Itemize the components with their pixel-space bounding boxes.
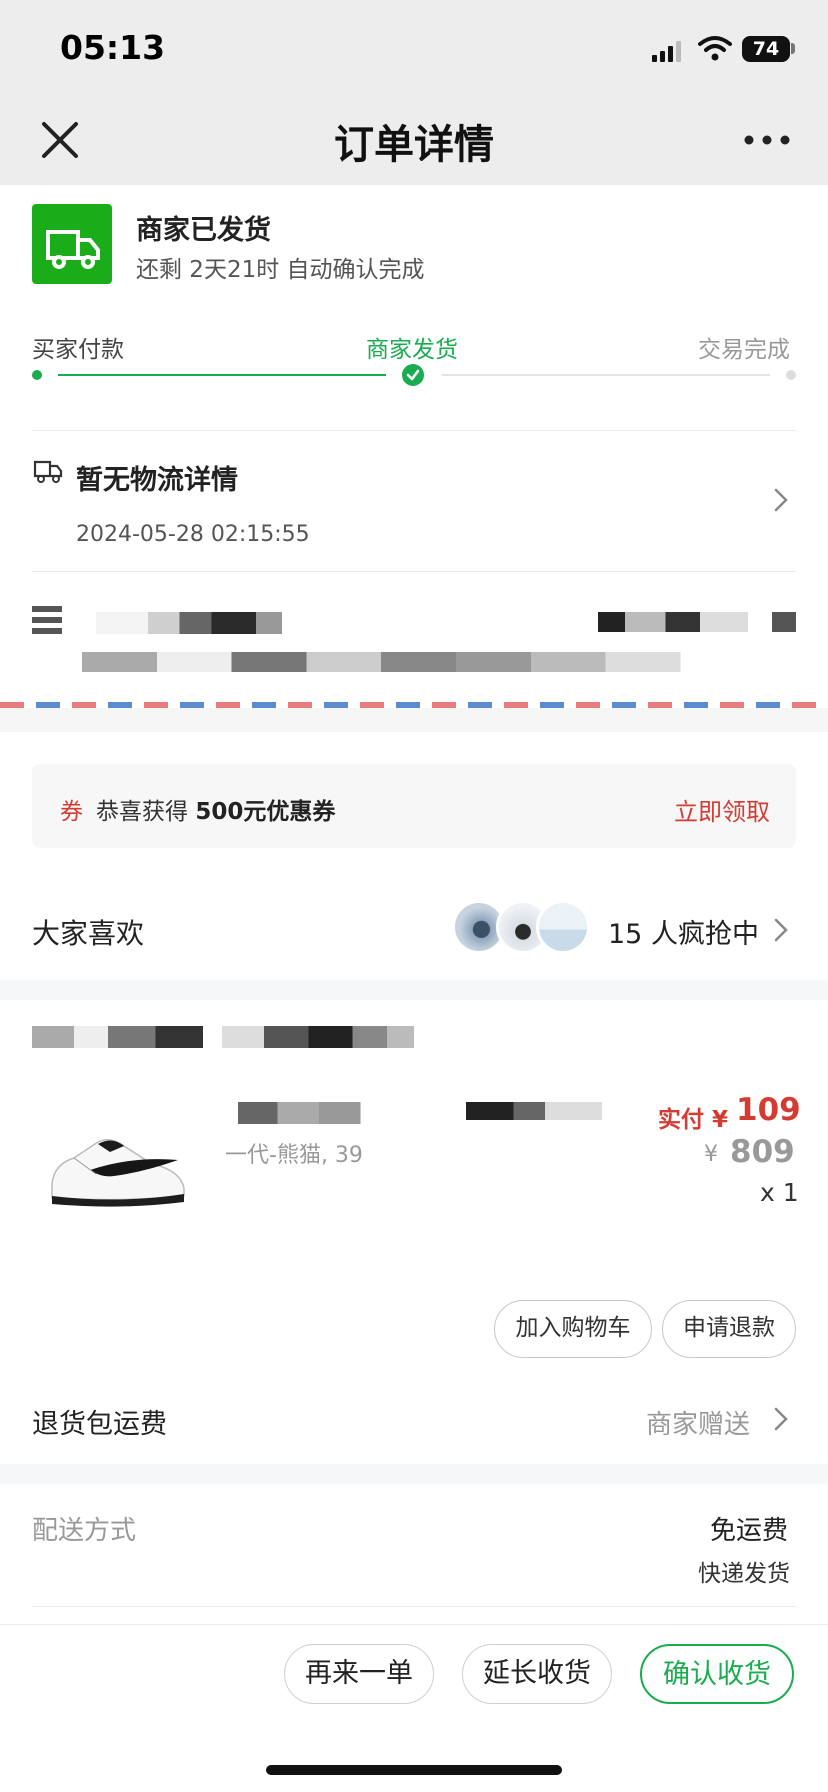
cellular-signal-icon [652,41,681,62]
status-time: 05:13 [60,28,166,67]
redacted-shop-name [32,1026,222,1048]
divider [32,430,796,431]
coupon-text-prefix: 恭喜获得 [96,799,196,825]
return-shipping-value[interactable]: 商家赠送 [646,1404,750,1441]
logistics-time: 2024-05-28 02:15:55 [76,522,310,547]
home-indicator [266,1765,562,1775]
section-gap [0,980,828,1000]
progress-line-pending [442,374,770,376]
confirm-receipt-button[interactable]: 确认收货 [640,1644,794,1704]
redacted-phone [598,612,748,632]
redacted-product-title-2 [466,1102,602,1120]
chevron-right-icon[interactable] [772,486,790,514]
popular-count[interactable]: 15 人疯抢中 [608,912,759,951]
avatar [536,900,590,954]
divider [32,571,796,572]
redacted-product-title [238,1102,418,1124]
battery-indicator: 74 [742,36,790,62]
chevron-right-icon[interactable] [772,1405,790,1433]
section-gap [0,708,828,732]
step-transaction-complete: 交易完成 [698,337,790,363]
popular-label: 大家喜欢 [32,917,145,950]
product-quantity: x 1 [760,1178,799,1207]
order-status-subtitle: 还剩 2天21时 自动确认完成 [136,257,425,283]
coupon-text: 恭喜获得 500元优惠券 [96,792,335,826]
extend-receipt-button[interactable]: 延长收货 [462,1644,612,1704]
address-icon-redacted [32,606,62,634]
delivery-method: 快递发货 [698,1561,790,1587]
logistics-truck-icon [33,460,63,483]
redacted-phone-tail [772,612,796,632]
divider [32,1606,796,1607]
original-price-currency: ¥ [704,1142,718,1167]
page-title: 订单详情 [334,122,494,168]
progress-dot-end [786,370,796,380]
paid-label: 实付 ¥ [658,1107,729,1133]
progress-line-done [58,374,386,376]
current-step-check-icon [402,364,424,386]
order-status-title: 商家已发货 [136,215,271,246]
redacted-shop-tag [222,1026,414,1048]
logistics-title[interactable]: 暂无物流详情 [76,458,238,497]
step-merchant-shipped: 商家发货 [366,337,458,363]
redacted-address [82,652,762,672]
request-refund-button[interactable]: 申请退款 [662,1300,796,1358]
original-price: 809 [730,1134,795,1170]
product-image-sneaker[interactable] [40,1112,190,1212]
wifi-icon [698,36,732,61]
delivery-label: 配送方式 [32,1516,137,1546]
return-shipping-label: 退货包运费 [32,1409,167,1440]
add-to-cart-button[interactable]: 加入购物车 [494,1300,652,1358]
coupon-amount: 500元优惠券 [195,799,336,825]
step-buyer-paid: 买家付款 [32,337,124,363]
more-options-icon[interactable] [742,126,792,154]
progress-dot-start [32,370,42,380]
reorder-button[interactable]: 再来一单 [284,1644,434,1704]
delivery-fee: 免运费 [710,1516,789,1546]
battery-tip [791,43,795,54]
paid-amount: 109 [736,1092,801,1128]
redacted-name [96,612,282,634]
delivery-truck-badge [32,204,112,284]
chevron-right-icon[interactable] [772,916,790,944]
claim-coupon-button[interactable]: 立即领取 [674,792,770,827]
product-variant: 一代-熊猫, 39 [225,1143,363,1168]
truck-icon [46,230,100,269]
section-gap [0,1464,828,1484]
coupon-tag: 券 [60,799,83,825]
